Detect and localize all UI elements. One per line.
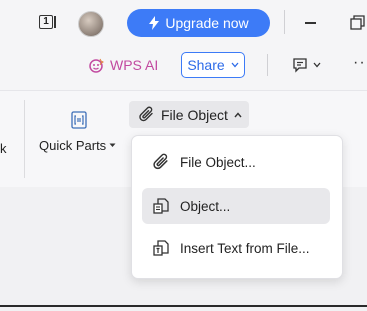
chevron-down-icon	[109, 143, 116, 147]
restore-icon[interactable]	[350, 14, 366, 30]
divider	[267, 54, 268, 76]
wps-ai-icon	[89, 58, 104, 73]
chevron-down-icon	[231, 62, 239, 68]
chevron-down-icon	[313, 62, 321, 68]
more-options-icon[interactable]: ···	[353, 54, 367, 72]
window-number: 1	[39, 15, 53, 29]
truncated-ribbon-label[interactable]: k	[0, 141, 7, 156]
quick-parts-label: Quick Parts	[39, 138, 107, 153]
lightning-icon	[149, 16, 160, 30]
object-icon	[151, 196, 171, 216]
menu-item-label: Object...	[180, 198, 231, 214]
menu-item-file-object[interactable]: File Object...	[142, 144, 330, 180]
menu-item-insert-text-from-file[interactable]: Insert Text from File...	[142, 230, 330, 266]
menu-item-object[interactable]: Object...	[142, 188, 330, 224]
divider	[284, 10, 285, 34]
comment-button[interactable]	[292, 55, 321, 75]
window-switcher-icon[interactable]: 1	[39, 14, 59, 30]
share-label: Share	[187, 57, 225, 73]
wps-ai-button[interactable]: WPS AI	[88, 54, 158, 76]
divider	[0, 305, 367, 307]
share-button[interactable]: Share	[181, 52, 245, 78]
avatar[interactable]	[78, 11, 104, 37]
upgrade-label: Upgrade now	[165, 15, 249, 31]
file-object-button[interactable]: File Object	[129, 101, 249, 128]
minimize-icon[interactable]	[305, 22, 316, 24]
paperclip-icon	[151, 152, 171, 172]
insert-text-file-icon	[151, 238, 171, 258]
ribbon-divider	[24, 100, 25, 178]
quick-parts-button[interactable]: Quick Parts	[39, 138, 116, 153]
wps-ai-label: WPS AI	[110, 57, 159, 73]
file-object-menu: File Object... Object... Insert Text fro…	[131, 135, 343, 279]
quick-parts-icon[interactable]	[69, 110, 89, 130]
comment-icon	[293, 58, 307, 73]
file-object-label: File Object	[161, 106, 228, 123]
chevron-up-icon	[234, 111, 242, 117]
menu-item-label: Insert Text from File...	[180, 240, 310, 256]
paperclip-icon	[139, 106, 153, 122]
upgrade-button[interactable]: Upgrade now	[127, 9, 270, 37]
menu-item-label: File Object...	[180, 154, 256, 170]
